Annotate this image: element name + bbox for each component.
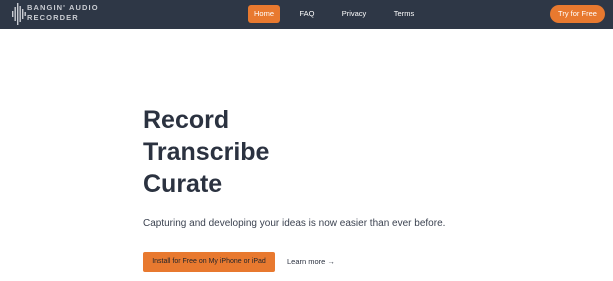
- nav-terms-link[interactable]: Terms: [390, 5, 418, 23]
- brand-name-line1: BANGIN' AUDIO: [27, 3, 99, 12]
- install-button[interactable]: Install for Free on My iPhone or iPad: [143, 252, 275, 272]
- brand-name-line2: RECORDER: [27, 12, 79, 22]
- hero-tagline: Capturing and developing your ideas is n…: [143, 218, 446, 229]
- top-navbar: BANGIN' AUDIO RECORDER Home FAQ Privacy …: [0, 0, 613, 29]
- brand-logo[interactable]: [12, 3, 26, 25]
- nav-home-link[interactable]: Home: [248, 5, 280, 23]
- learn-more-link[interactable]: Learn more →: [287, 252, 335, 272]
- nav-privacy-link[interactable]: Privacy: [338, 5, 370, 23]
- hero-heading-line: Curate: [143, 170, 223, 198]
- brand-name: BANGIN' AUDIO RECORDER: [27, 3, 127, 22]
- hero-heading-line: Record: [143, 106, 230, 134]
- nav-faq-link[interactable]: FAQ: [296, 5, 318, 23]
- hero-heading-line: Transcribe: [143, 138, 270, 166]
- waveform-icon: [12, 3, 26, 25]
- hero-heading: Record Transcribe Curate: [143, 104, 269, 200]
- try-for-free-button[interactable]: Try for Free: [550, 5, 605, 23]
